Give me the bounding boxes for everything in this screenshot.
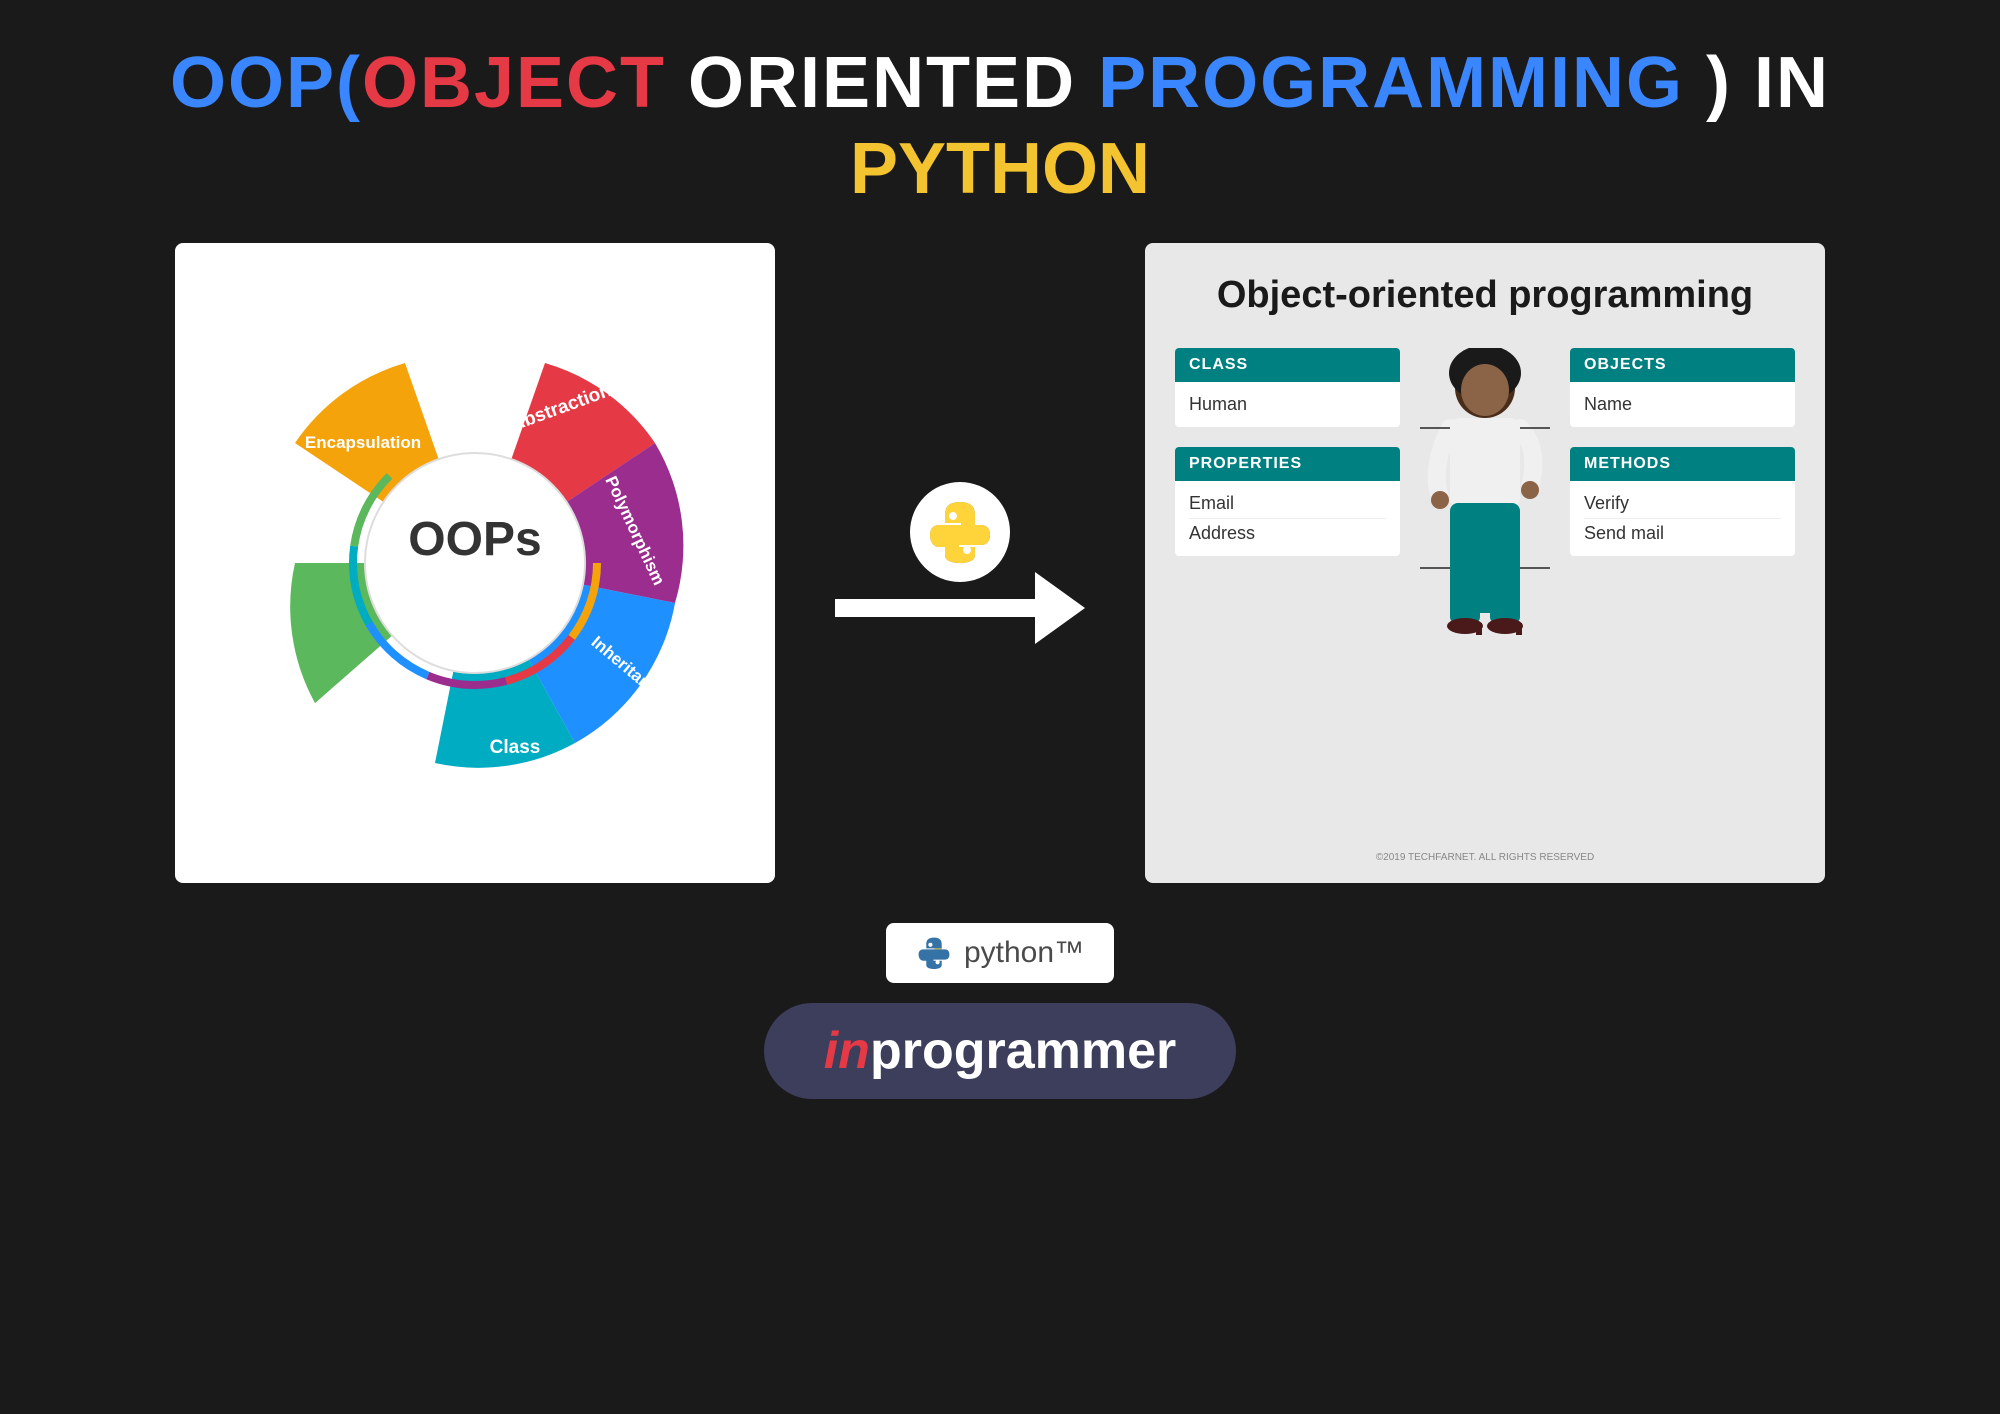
python-logo-circle: [910, 482, 1010, 582]
arrow-head: [1035, 572, 1085, 644]
right-arrow: [835, 572, 1085, 644]
methods-content: Verify Send mail: [1570, 481, 1795, 556]
methods-header: METHODS: [1570, 447, 1795, 481]
oop-left-column: CLASS Human PROPERTIES Email Address: [1175, 348, 1400, 556]
content-row: OOPs Encapsulation Abstraction Polymorph…: [0, 243, 2000, 883]
title-oop: OOP(: [170, 43, 362, 123]
class-content: Human: [1175, 382, 1400, 427]
class-value: Human: [1189, 390, 1386, 419]
brand-programmer: programmer: [870, 1021, 1176, 1081]
title-line2: PYTHON: [0, 126, 2000, 212]
methods-box: METHODS Verify Send mail: [1570, 447, 1795, 556]
objects-box: OBJECTS Name: [1570, 348, 1795, 427]
title-oriented: ORIENTED: [666, 43, 1098, 123]
oop-right-column: OBJECTS Name METHODS Verify Send mail: [1570, 348, 1795, 556]
brand-in: in: [824, 1021, 870, 1081]
copyright-text: ©2019 TECHFARNET. ALL RIGHTS RESERVED: [1376, 852, 1594, 863]
oop-diagram-area: CLASS Human PROPERTIES Email Address: [1175, 348, 1795, 841]
oop-center-column: [1420, 348, 1550, 688]
properties-header: PROPERTIES: [1175, 447, 1400, 481]
title-programming: PROGRAMMING: [1098, 43, 1684, 123]
arrow-shaft: [835, 599, 1035, 617]
oops-diagram: OOPs Encapsulation Abstraction Polymorph…: [215, 273, 735, 853]
svg-text:Object: Object: [315, 717, 375, 738]
title-in: ) IN: [1684, 43, 1830, 123]
arrow-area: [835, 482, 1085, 644]
class-box: CLASS Human: [1175, 348, 1400, 427]
python-badge: python™: [886, 923, 1114, 983]
class-header: CLASS: [1175, 348, 1400, 382]
left-panel: OOPs Encapsulation Abstraction Polymorph…: [175, 243, 775, 883]
property-email: Email: [1189, 489, 1386, 519]
oop-panel-title: Object-oriented programming: [1217, 273, 1753, 319]
property-address: Address: [1189, 519, 1386, 548]
properties-content: Email Address: [1175, 481, 1400, 556]
svg-text:Class: Class: [490, 737, 541, 758]
title-object: OBJECT: [362, 43, 666, 123]
right-panel: Object-oriented programming CLASS Human …: [1145, 243, 1825, 883]
objects-value: Name: [1584, 390, 1781, 419]
bottom-area: python™ in programmer: [0, 923, 2000, 1099]
method-sendmail: Send mail: [1584, 519, 1781, 548]
human-figure: [1420, 348, 1550, 688]
properties-box: PROPERTIES Email Address: [1175, 447, 1400, 556]
python-badge-text: python™: [964, 936, 1084, 970]
svg-text:Encapsulation: Encapsulation: [305, 433, 421, 452]
method-verify: Verify: [1584, 489, 1781, 519]
objects-content: Name: [1570, 382, 1795, 427]
title-line1: OOP(OBJECT ORIENTED PROGRAMMING ) IN: [0, 40, 2000, 126]
title-python: PYTHON: [850, 129, 1150, 209]
title-area: OOP(OBJECT ORIENTED PROGRAMMING ) IN PYT…: [0, 0, 2000, 243]
inprogrammer-badge: in programmer: [764, 1003, 1237, 1099]
svg-text:OOPs: OOPs: [408, 513, 541, 566]
objects-header: OBJECTS: [1570, 348, 1795, 382]
python-badge-logo: [916, 935, 952, 971]
